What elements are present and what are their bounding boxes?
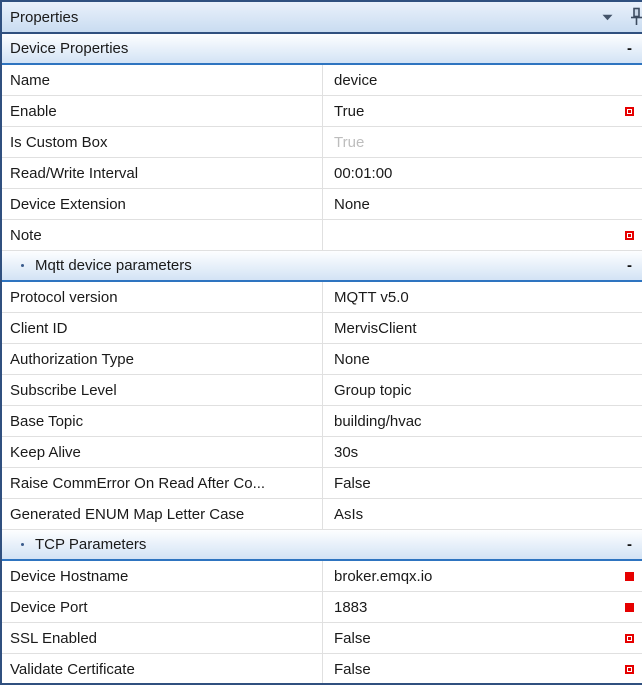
section-title: TCP Parameters bbox=[35, 536, 146, 553]
property-value-field[interactable]: building/hvac bbox=[323, 406, 642, 436]
property-value-field[interactable]: 30s bbox=[323, 437, 642, 467]
property-row: Generated ENUM Map Letter Case AsIs bbox=[2, 499, 642, 530]
section-header[interactable]: Device Properties - bbox=[2, 34, 642, 65]
property-row: Subscribe Level Group topic bbox=[2, 375, 642, 406]
property-row: SSL Enabled False bbox=[2, 623, 642, 654]
property-row: Read/Write Interval 00:01:00 bbox=[2, 158, 642, 189]
property-row: Note bbox=[2, 220, 642, 251]
indicator-dot bbox=[628, 668, 631, 671]
property-name: Device Hostname bbox=[2, 561, 323, 591]
property-name: Validate Certificate bbox=[2, 654, 323, 684]
property-value-field[interactable]: MervisClient bbox=[323, 313, 642, 343]
section-bullet-icon bbox=[21, 543, 24, 546]
property-value: Group topic bbox=[334, 382, 412, 399]
property-value: building/hvac bbox=[334, 413, 422, 430]
property-name: Device Extension bbox=[2, 189, 323, 219]
modified-indicator-outline-icon bbox=[625, 665, 634, 674]
property-value-field[interactable]: False bbox=[323, 468, 642, 498]
property-value: 30s bbox=[334, 444, 358, 461]
property-value-field[interactable]: False bbox=[323, 623, 642, 653]
property-value: None bbox=[334, 196, 370, 213]
property-value-field: True bbox=[323, 127, 642, 157]
collapse-toggle[interactable]: - bbox=[627, 537, 642, 552]
indicator-dot bbox=[628, 234, 631, 237]
property-name: Note bbox=[2, 220, 323, 250]
section-header[interactable]: TCP Parameters - bbox=[2, 530, 642, 561]
property-value-field[interactable]: None bbox=[323, 189, 642, 219]
property-name: Enable bbox=[2, 96, 323, 126]
property-value-field[interactable]: None bbox=[323, 344, 642, 374]
window-menu-chevron-down-icon[interactable] bbox=[602, 14, 613, 21]
property-name: SSL Enabled bbox=[2, 623, 323, 653]
property-value-field[interactable]: AsIs bbox=[323, 499, 642, 529]
property-name: Raise CommError On Read After Co... bbox=[2, 468, 323, 498]
property-name: Read/Write Interval bbox=[2, 158, 323, 188]
section-title: Mqtt device parameters bbox=[35, 257, 192, 274]
property-value: False bbox=[334, 475, 371, 492]
property-value-field[interactable]: MQTT v5.0 bbox=[323, 282, 642, 312]
property-name: Base Topic bbox=[2, 406, 323, 436]
property-row: Name device bbox=[2, 65, 642, 96]
property-name: Client ID bbox=[2, 313, 323, 343]
property-row: Device Extension None bbox=[2, 189, 642, 220]
modified-indicator-outline-icon bbox=[625, 231, 634, 240]
property-value: broker.emqx.io bbox=[334, 568, 432, 585]
property-row: Keep Alive 30s bbox=[2, 437, 642, 468]
indicator-dot bbox=[628, 110, 631, 113]
property-value: MQTT v5.0 bbox=[334, 289, 409, 306]
property-row: Base Topic building/hvac bbox=[2, 406, 642, 437]
property-value: AsIs bbox=[334, 506, 363, 523]
property-name: Keep Alive bbox=[2, 437, 323, 467]
property-value: 1883 bbox=[334, 599, 367, 616]
indicator-dot bbox=[628, 637, 631, 640]
property-row: Is Custom Box True bbox=[2, 127, 642, 158]
panel-title: Properties bbox=[10, 9, 78, 26]
panel-titlebar: Properties bbox=[2, 2, 642, 34]
property-value-field[interactable] bbox=[323, 220, 642, 250]
collapse-toggle[interactable]: - bbox=[627, 41, 642, 56]
property-value-field[interactable]: Group topic bbox=[323, 375, 642, 405]
property-value-field[interactable]: False bbox=[323, 654, 642, 684]
modified-indicator-outline-icon bbox=[625, 634, 634, 643]
property-value-field[interactable]: 1883 bbox=[323, 592, 642, 622]
property-row: Client ID MervisClient bbox=[2, 313, 642, 344]
property-value-field[interactable]: True bbox=[323, 96, 642, 126]
property-value: True bbox=[334, 134, 364, 151]
property-name: Generated ENUM Map Letter Case bbox=[2, 499, 323, 529]
property-value-field[interactable]: device bbox=[323, 65, 642, 95]
properties-panel: Properties Device Properties - Name device E… bbox=[0, 0, 642, 685]
property-row: Raise CommError On Read After Co... False bbox=[2, 468, 642, 499]
section-bullet-icon bbox=[21, 264, 24, 267]
property-value: False bbox=[334, 661, 371, 678]
section-title: Device Properties bbox=[2, 40, 128, 57]
pin-icon[interactable] bbox=[629, 6, 642, 28]
section-header[interactable]: Mqtt device parameters - bbox=[2, 251, 642, 282]
property-row: Protocol version MQTT v5.0 bbox=[2, 282, 642, 313]
property-name: Authorization Type bbox=[2, 344, 323, 374]
modified-indicator-outline-icon bbox=[625, 107, 634, 116]
property-row: Authorization Type None bbox=[2, 344, 642, 375]
property-row: Device Hostname broker.emqx.io bbox=[2, 561, 642, 592]
property-value-field[interactable]: 00:01:00 bbox=[323, 158, 642, 188]
property-value: MervisClient bbox=[334, 320, 417, 337]
property-value: None bbox=[334, 351, 370, 368]
modified-indicator-solid-icon bbox=[625, 603, 634, 612]
property-name: Is Custom Box bbox=[2, 127, 323, 157]
collapse-toggle[interactable]: - bbox=[627, 258, 642, 273]
property-row: Validate Certificate False bbox=[2, 654, 642, 685]
property-value-field[interactable]: broker.emqx.io bbox=[323, 561, 642, 591]
property-name: Protocol version bbox=[2, 282, 323, 312]
property-value: device bbox=[334, 72, 377, 89]
property-grid: Device Properties-NamedeviceEnableTrueIs… bbox=[2, 34, 642, 685]
modified-indicator-solid-icon bbox=[625, 572, 634, 581]
property-name: Subscribe Level bbox=[2, 375, 323, 405]
property-name: Name bbox=[2, 65, 323, 95]
property-value: 00:01:00 bbox=[334, 165, 392, 182]
property-value: True bbox=[334, 103, 364, 120]
property-row: Device Port 1883 bbox=[2, 592, 642, 623]
property-row: Enable True bbox=[2, 96, 642, 127]
titlebar-icons bbox=[602, 6, 642, 28]
property-name: Device Port bbox=[2, 592, 323, 622]
property-value: False bbox=[334, 630, 371, 647]
